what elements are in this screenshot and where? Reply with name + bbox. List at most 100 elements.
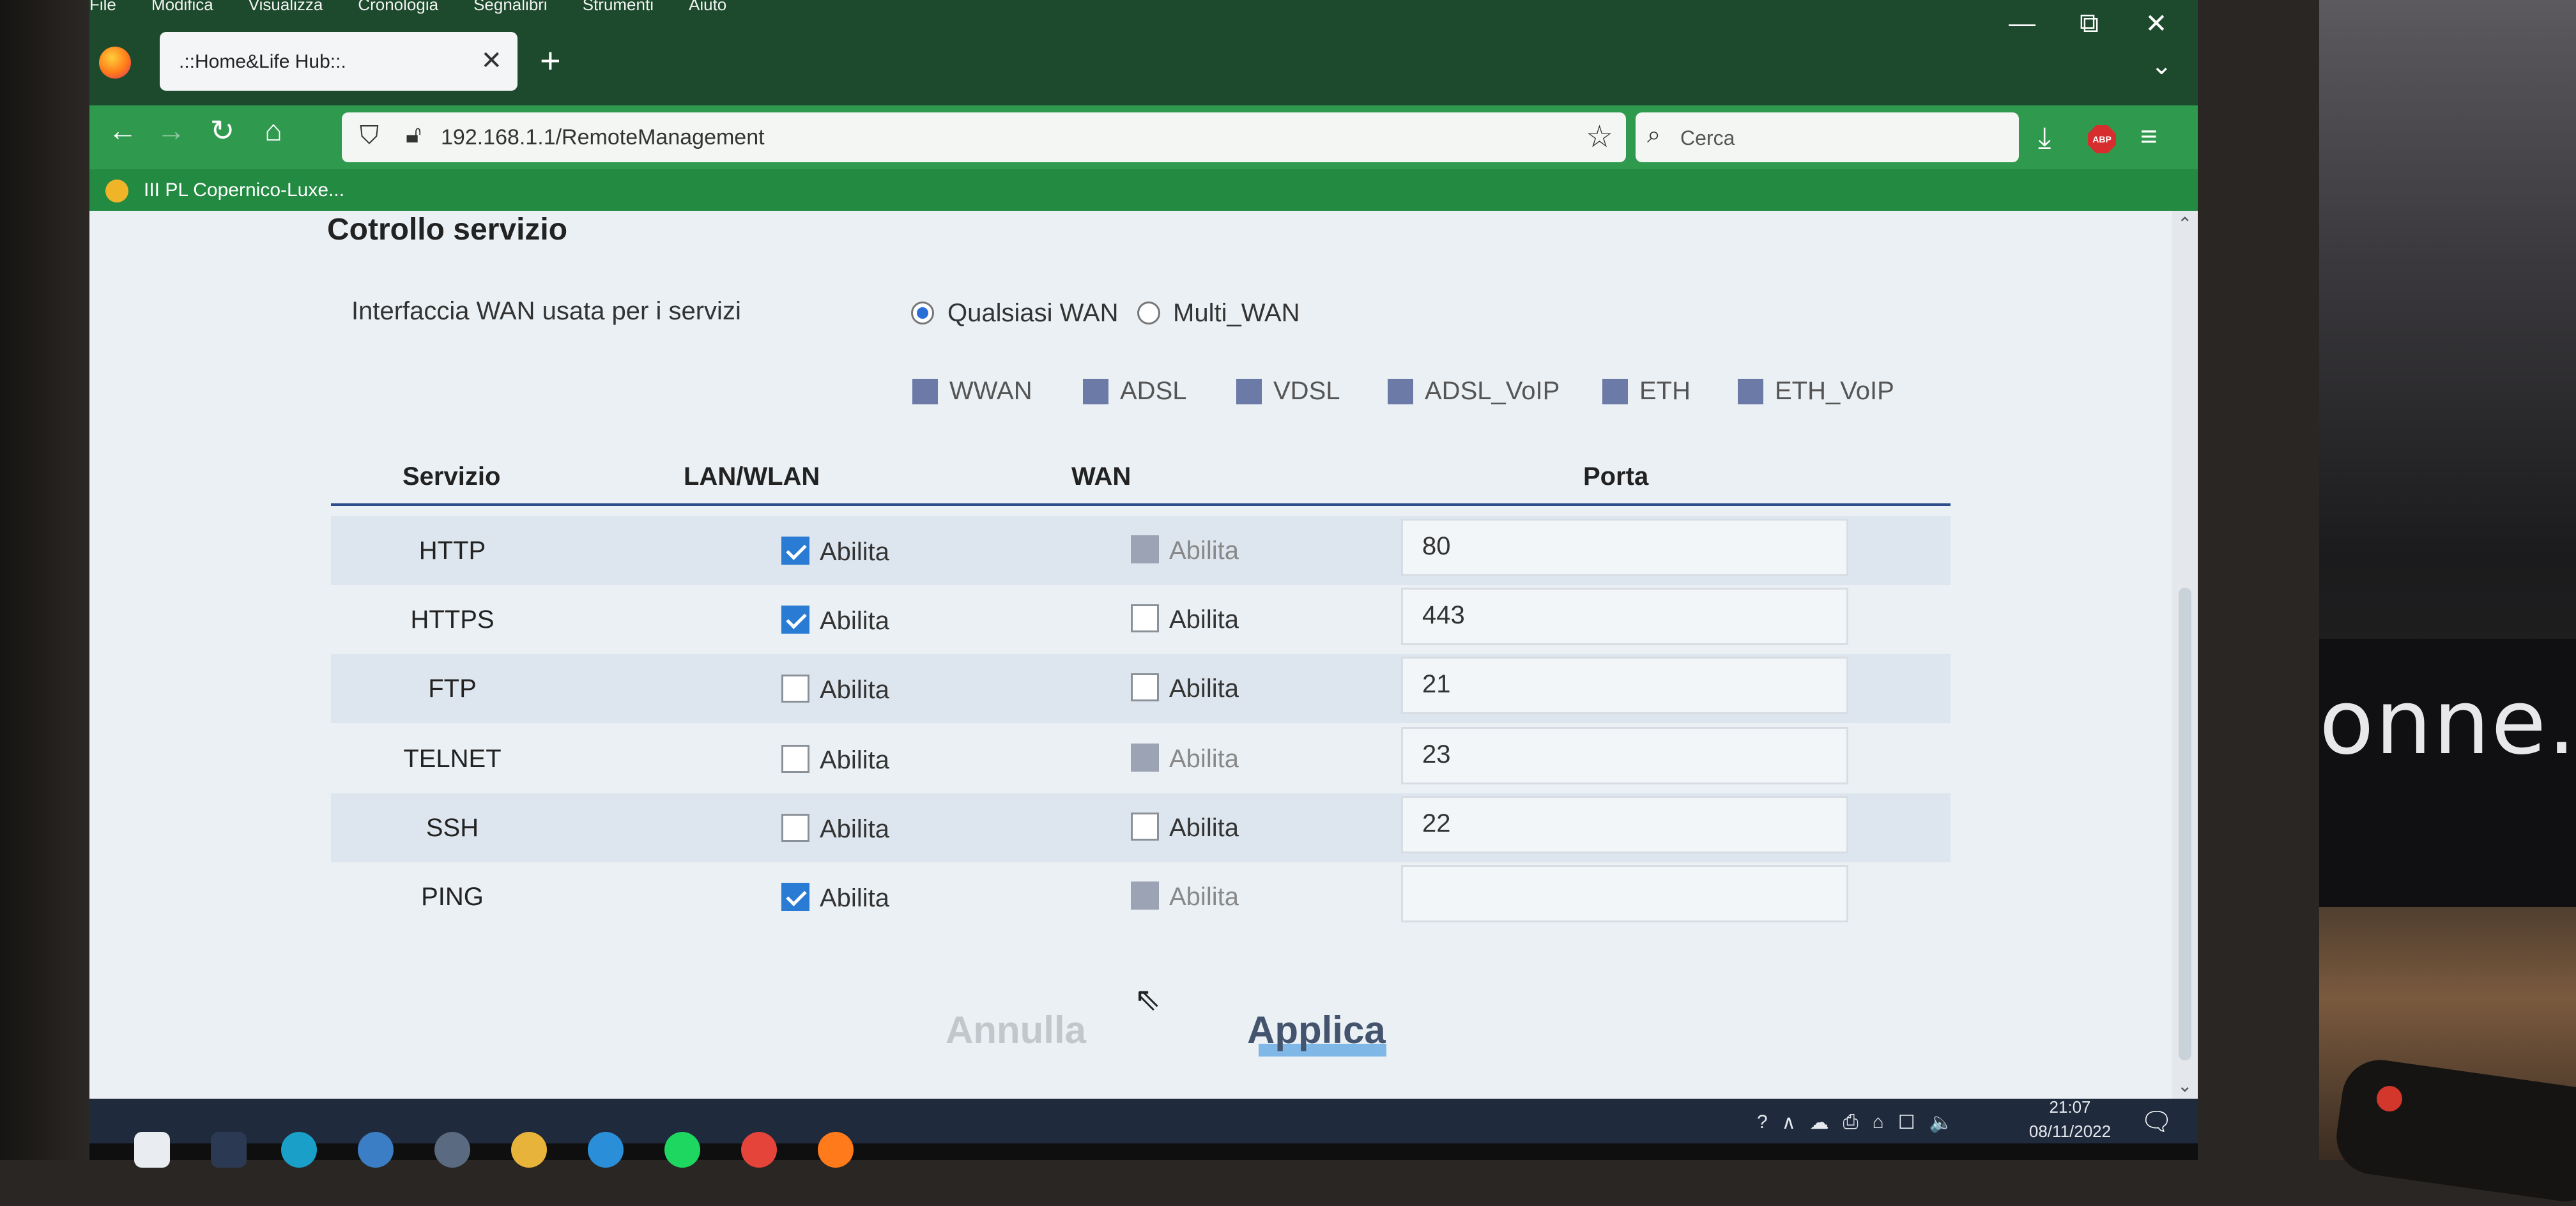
search-taskbar-icon[interactable]: [211, 1132, 247, 1168]
apply-button[interactable]: Applica: [1247, 1008, 1386, 1052]
spotify-icon[interactable]: [664, 1132, 700, 1168]
edge-icon[interactable]: [281, 1132, 317, 1168]
lan-enable-label[interactable]: Abilita: [820, 676, 889, 705]
port-input[interactable]: [1401, 865, 1848, 922]
bookmark-star-icon[interactable]: ☆: [1586, 119, 1613, 155]
tracking-shield-icon[interactable]: ⛉: [360, 121, 379, 150]
lan-enable-label[interactable]: Abilita: [820, 746, 889, 775]
radio-multi-wan-label[interactable]: Multi_WAN: [1173, 299, 1300, 328]
clock-date[interactable]: 08/11/2022: [2012, 1122, 2128, 1141]
menu-segnalibri[interactable]: Segnalibri: [473, 0, 548, 14]
wan-enable-label[interactable]: Abilita: [1169, 606, 1239, 634]
search-input[interactable]: ⌕ Cerca: [1636, 112, 2019, 162]
wan-enable-label[interactable]: Abilita: [1169, 675, 1239, 703]
mail-icon[interactable]: [434, 1132, 470, 1168]
chat-icon[interactable]: [588, 1132, 624, 1168]
lan-enable-checkbox[interactable]: [781, 537, 809, 565]
hamburger-menu-icon[interactable]: ≡: [2140, 119, 2158, 153]
lan-enable-checkbox[interactable]: [781, 883, 809, 911]
lan-enable-label[interactable]: Abilita: [820, 538, 889, 567]
lan-enable-checkbox[interactable]: [781, 814, 809, 842]
lan-enable-label[interactable]: Abilita: [820, 884, 889, 913]
clock-time[interactable]: 21:07: [2032, 1097, 2108, 1117]
scrollbar-thumb[interactable]: [2179, 588, 2191, 1060]
meet-now-icon[interactable]: ⎙: [1843, 1111, 1859, 1134]
wan-type-box: [1388, 378, 1413, 404]
browser-tab[interactable]: .::Home&Life Hub::. ✕: [160, 32, 518, 91]
service-name: HTTP: [418, 537, 486, 565]
scroll-down-icon[interactable]: ⌄: [2177, 1075, 2192, 1096]
table-row: TELNET Abilita Abilita 23: [331, 724, 1951, 793]
wan-enable-checkbox[interactable]: [1131, 813, 1159, 841]
menu-strumenti[interactable]: Strumenti: [583, 0, 654, 14]
radio-multi-wan[interactable]: [1137, 302, 1160, 324]
wan-enable-label[interactable]: Abilita: [1169, 883, 1239, 912]
firefox-taskbar-icon[interactable]: [818, 1132, 854, 1168]
wan-enable-label[interactable]: Abilita: [1169, 537, 1239, 565]
file-explorer-icon[interactable]: [511, 1132, 547, 1168]
lan-enable-label[interactable]: Abilita: [820, 607, 889, 636]
port-input[interactable]: 21: [1401, 657, 1848, 714]
port-input[interactable]: 22: [1401, 796, 1848, 853]
insecure-lock-icon[interactable]: 🔓︎: [406, 121, 422, 149]
address-bar[interactable]: ⛉ 🔓︎ 192.168.1.1/RemoteManagement ☆: [342, 112, 1626, 162]
chrome-icon[interactable]: [741, 1132, 777, 1168]
forward-icon[interactable]: →: [152, 113, 190, 148]
lan-enable-label[interactable]: Abilita: [820, 815, 889, 844]
port-input[interactable]: 23: [1401, 727, 1848, 784]
minimize-button[interactable]: —: [2003, 8, 2041, 38]
wan-enable-checkbox[interactable]: [1131, 744, 1159, 772]
onedrive-icon[interactable]: ☁: [1810, 1111, 1829, 1134]
start-windows-icon[interactable]: [134, 1132, 170, 1168]
page-scrollbar[interactable]: ⌃ ⌄: [2172, 211, 2198, 1099]
reload-icon[interactable]: ↻: [203, 113, 241, 148]
notifications-icon[interactable]: 🗨︎: [2140, 1106, 2173, 1136]
network-icon[interactable]: ⌂: [1873, 1111, 1884, 1134]
menu-cronologia[interactable]: Cronologia: [358, 0, 438, 14]
back-icon[interactable]: ←: [103, 113, 142, 148]
section-title: Cotrollo servizio: [327, 213, 568, 247]
url-text[interactable]: 192.168.1.1/RemoteManagement: [441, 125, 765, 150]
volume-icon[interactable]: 🔈: [1929, 1111, 1953, 1134]
wan-enable-checkbox[interactable]: [1131, 673, 1159, 701]
help-icon[interactable]: ?: [1757, 1111, 1768, 1134]
port-input[interactable]: 80: [1401, 519, 1848, 576]
battery-icon[interactable]: ☐: [1898, 1111, 1915, 1134]
wan-type-box: [1236, 378, 1262, 404]
cancel-button[interactable]: Annulla: [946, 1008, 1086, 1052]
scroll-up-icon[interactable]: ⌃: [2177, 213, 2192, 234]
wan-interface-label: Interfaccia WAN usata per i servizi: [351, 297, 741, 325]
radio-qualsiasi-wan[interactable]: [911, 302, 934, 324]
port-input[interactable]: 443: [1401, 588, 1848, 645]
lan-enable-checkbox[interactable]: [781, 606, 809, 634]
lan-enable-checkbox[interactable]: [781, 675, 809, 703]
restore-button[interactable]: ⧉: [2070, 8, 2108, 39]
tab-close-icon[interactable]: ✕: [480, 46, 502, 75]
show-hidden-icons-icon[interactable]: ∧: [1782, 1111, 1796, 1134]
wan-enable-checkbox[interactable]: [1131, 535, 1159, 563]
firefox-logo-icon[interactable]: [99, 47, 131, 79]
wan-enable-checkbox[interactable]: [1131, 882, 1159, 910]
wan-enable-label[interactable]: Abilita: [1169, 814, 1239, 843]
menu-file[interactable]: File: [89, 0, 116, 14]
close-window-button[interactable]: ✕: [2137, 8, 2175, 39]
wan-type-box: [1602, 378, 1628, 404]
adblock-icon[interactable]: ABP: [2088, 125, 2116, 153]
download-icon[interactable]: ⤓: [2038, 120, 2051, 156]
bookmark-item[interactable]: III PL Copernico-Luxe...: [144, 179, 344, 201]
list-tabs-icon[interactable]: ⌄: [2150, 51, 2172, 80]
home-icon[interactable]: ⌂: [254, 113, 293, 148]
wan-type-box: [912, 378, 938, 404]
laptop-bezel-left: [0, 0, 89, 1160]
menu-aiuto[interactable]: Aiuto: [689, 0, 726, 14]
wan-enable-label[interactable]: Abilita: [1169, 745, 1239, 774]
menu-modifica[interactable]: Modifica: [151, 0, 213, 14]
menu-visualizza[interactable]: Visualizza: [249, 0, 323, 14]
new-tab-button[interactable]: +: [540, 40, 561, 81]
radio-qualsiasi-wan-label[interactable]: Qualsiasi WAN: [947, 299, 1118, 328]
photos-icon[interactable]: [358, 1132, 394, 1168]
wan-enable-checkbox[interactable]: [1131, 604, 1159, 632]
lan-enable-checkbox[interactable]: [781, 745, 809, 773]
service-name: SSH: [425, 814, 479, 842]
wan-type-adsl-voip: ADSL_VoIP: [1388, 377, 1560, 406]
